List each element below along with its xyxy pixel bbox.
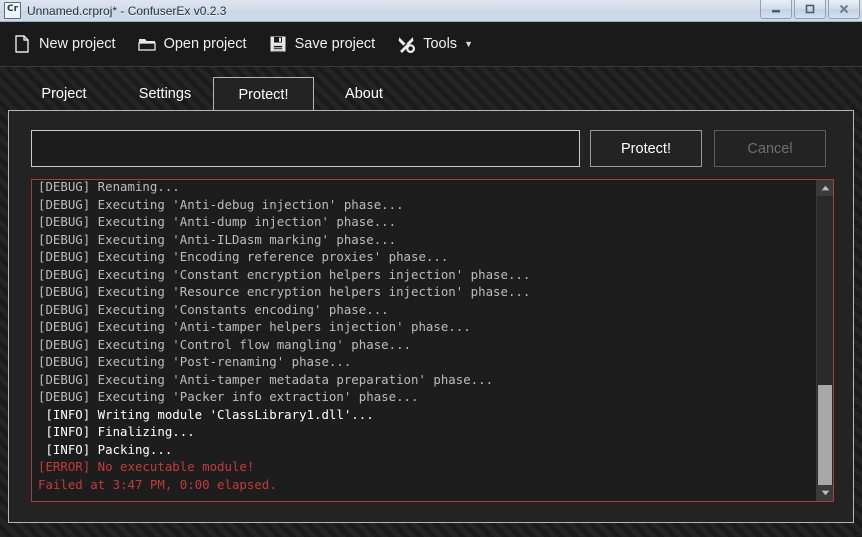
tab-protect-label: Protect! (239, 87, 289, 103)
tab-settings-label: Settings (139, 86, 191, 102)
log-line: [DEBUG] Executing 'Anti-dump injection' … (38, 213, 813, 231)
chevron-up-icon (821, 185, 830, 191)
log-line: [DEBUG] Executing 'Anti-tamper helpers i… (38, 318, 813, 336)
tools-menu-button[interactable]: Tools ▼ (387, 28, 482, 61)
chevron-down-icon (821, 490, 830, 496)
log-line: [DEBUG] Executing 'Packer info extractio… (38, 388, 813, 406)
cancel-button: Cancel (714, 130, 826, 167)
log-line: [DEBUG] Executing 'Control flow mangling… (38, 336, 813, 354)
tab-protect[interactable]: Protect! (213, 77, 314, 111)
minimize-icon (769, 4, 783, 14)
save-project-button[interactable]: Save project (259, 28, 385, 61)
log-line: [DEBUG] Executing 'Encoding reference pr… (38, 248, 813, 266)
tab-about[interactable]: About (322, 77, 406, 111)
log-line: [DEBUG] Executing 'Resource encryption h… (38, 283, 813, 301)
tab-project[interactable]: Project (22, 77, 106, 111)
log-output[interactable]: [DEBUG] Renaming...[DEBUG] Executing 'An… (31, 179, 834, 502)
log-line: [DEBUG] Renaming... (38, 179, 813, 196)
log-scrollbar[interactable] (816, 180, 833, 501)
main-body: Project Settings Protect! About Protect!… (0, 67, 862, 537)
new-project-button[interactable]: New project (3, 28, 125, 61)
tab-about-label: About (345, 86, 383, 102)
window-title: Unnamed.crproj* - ConfuserEx v0.2.3 (27, 4, 226, 18)
close-icon (837, 3, 851, 15)
scrollbar-thumb[interactable] (818, 385, 832, 485)
save-floppy-icon (268, 34, 288, 54)
scrollbar-up-button[interactable] (817, 180, 833, 196)
log-line: [DEBUG] Executing 'Constants encoding' p… (38, 301, 813, 319)
title-bar: Cr Unnamed.crproj* - ConfuserEx v0.2.3 (0, 0, 862, 22)
open-folder-icon (137, 34, 157, 54)
protect-button[interactable]: Protect! (590, 130, 702, 167)
log-line: [DEBUG] Executing 'Constant encryption h… (38, 266, 813, 284)
log-line: [INFO] Writing module 'ClassLibrary1.dll… (38, 406, 813, 424)
log-line: [DEBUG] Executing 'Anti-tamper metadata … (38, 371, 813, 389)
log-text: [DEBUG] Renaming...[DEBUG] Executing 'An… (38, 179, 813, 493)
minimize-button[interactable] (760, 0, 792, 19)
log-line: [DEBUG] Executing 'Anti-ILDasm marking' … (38, 231, 813, 249)
log-line: Failed at 3:47 PM, 0:00 elapsed. (38, 476, 813, 494)
progress-bar (31, 130, 580, 167)
log-line: [INFO] Finalizing... (38, 423, 813, 441)
protect-button-label: Protect! (621, 141, 671, 157)
save-project-label: Save project (295, 36, 376, 52)
tab-project-label: Project (41, 86, 86, 102)
tab-settings[interactable]: Settings (120, 77, 210, 111)
chevron-down-icon: ▼ (464, 40, 473, 49)
window-controls (760, 0, 860, 19)
open-project-label: Open project (164, 36, 247, 52)
maximize-icon (803, 3, 817, 15)
scrollbar-down-button[interactable] (817, 485, 833, 501)
tools-wrench-icon (396, 34, 416, 54)
cancel-button-label: Cancel (747, 141, 792, 157)
log-line: [INFO] Packing... (38, 441, 813, 459)
close-button[interactable] (828, 0, 860, 19)
log-line: [DEBUG] Executing 'Anti-debug injection'… (38, 196, 813, 214)
protect-panel: Protect! Cancel [DEBUG] Renaming...[DEBU… (8, 110, 854, 523)
app-icon-label: Cr (7, 4, 18, 15)
log-line: [ERROR] No executable module! (38, 458, 813, 476)
app-icon: Cr (4, 2, 21, 19)
open-project-button[interactable]: Open project (128, 28, 256, 61)
new-document-icon (12, 34, 32, 54)
toolbar: New project Open project Save project (0, 22, 862, 67)
tools-label: Tools (423, 36, 457, 52)
new-project-label: New project (39, 36, 116, 52)
log-line: [DEBUG] Executing 'Post-renaming' phase.… (38, 353, 813, 371)
tab-bar: Project Settings Protect! About (0, 67, 862, 111)
confuserex-window: Cr Unnamed.crproj* - ConfuserEx v0.2.3 (0, 0, 862, 537)
maximize-button[interactable] (794, 0, 826, 19)
